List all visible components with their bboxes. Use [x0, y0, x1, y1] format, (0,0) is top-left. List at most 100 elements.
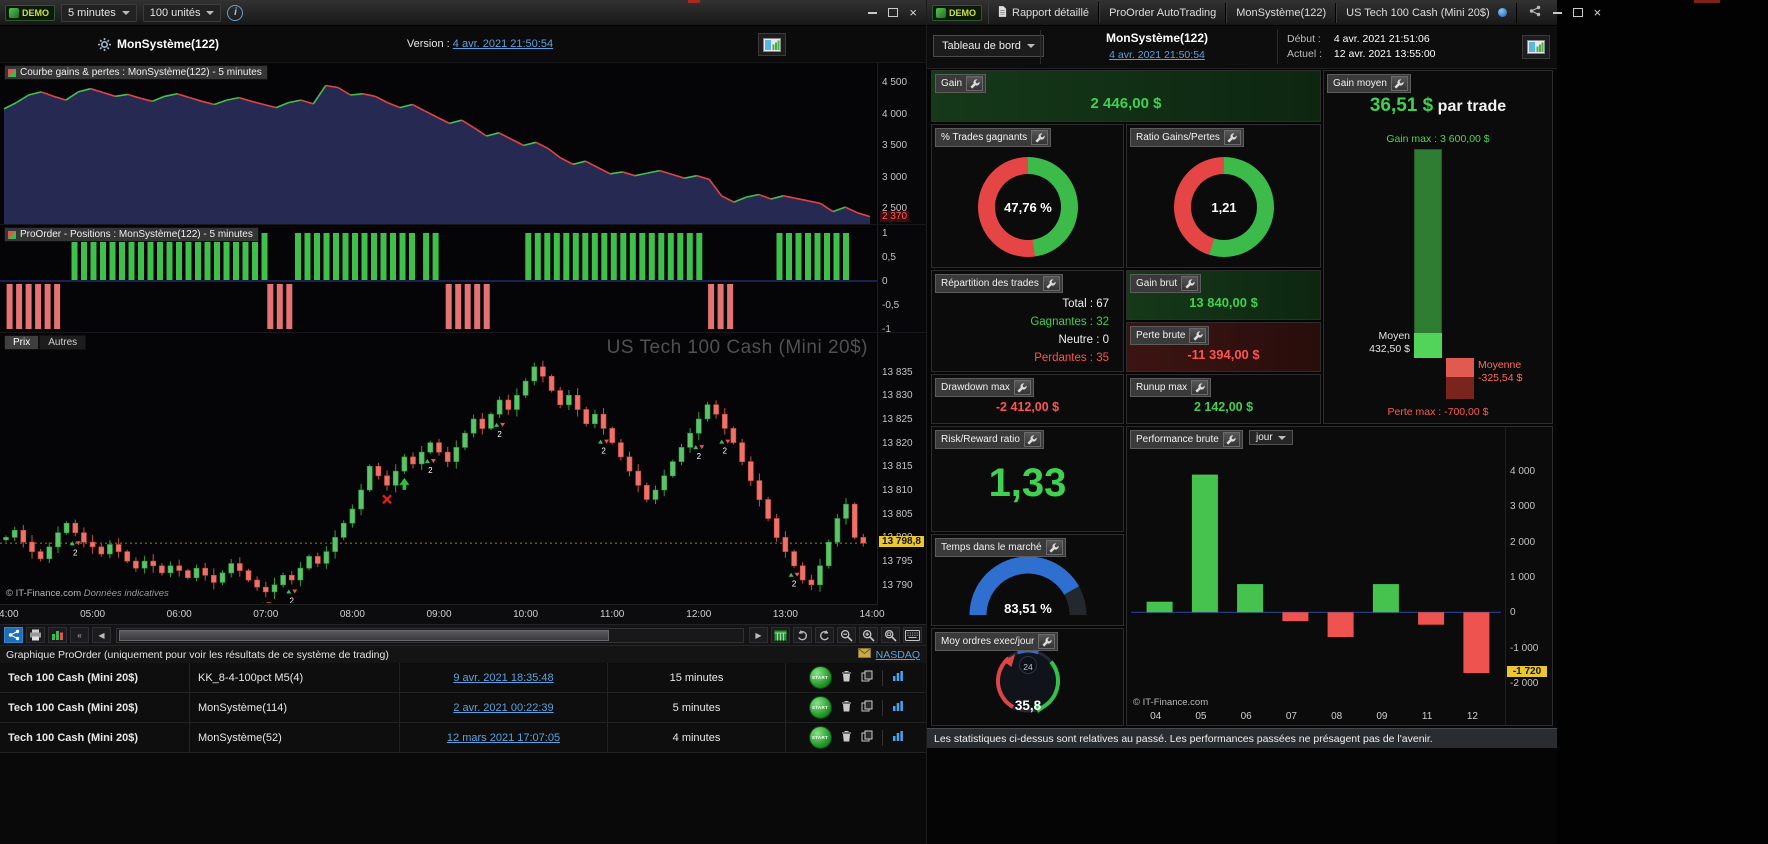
redo-icon[interactable] [815, 627, 834, 643]
minimize-button[interactable] [868, 11, 878, 14]
open-chart-button[interactable] [892, 730, 904, 745]
open-chart-button[interactable] [892, 700, 904, 715]
moy-ordres-header: Moy ordres exec/jour [935, 632, 1059, 651]
scroll-far-left-button[interactable]: « [70, 627, 89, 643]
status-bar: Les statistiques ci-dessus sont relative… [927, 728, 1557, 748]
axis-label: 2 000 [1510, 536, 1536, 548]
row-date-link[interactable]: 9 avr. 2021 18:35:48 [453, 672, 553, 684]
start-button[interactable]: START [808, 696, 832, 719]
axis-label: 13 830 [882, 390, 913, 402]
duplicate-button[interactable] [861, 670, 873, 685]
version-info: Version : 4 avr. 2021 21:50:54 [355, 38, 605, 50]
price-x-axis: 04:00 05:00 06:00 07:00 08:00 09:00 10:00 11:00… [0, 604, 885, 625]
axis-label: 4 500 [882, 77, 908, 89]
wrench-icon[interactable] [1390, 76, 1408, 91]
wrench-icon[interactable] [1042, 276, 1060, 291]
report-system-date-link[interactable]: 4 avr. 2021 21:50:54 [1109, 49, 1205, 61]
svg-text:2: 2 [601, 447, 606, 456]
delete-button[interactable] [841, 700, 852, 715]
chart-style-icon[interactable] [48, 627, 67, 643]
report-dates: Début : 4 avr. 2021 21:51:06 Actuel : 12… [1287, 33, 1436, 60]
wrench-icon[interactable] [1031, 130, 1049, 145]
timeframe-select[interactable]: 5 minutes [61, 3, 137, 22]
maximize-button[interactable] [1572, 8, 1583, 17]
performance-header: Performance brute [1130, 430, 1243, 449]
nasdaq-link[interactable]: NASDAQ [876, 649, 920, 661]
open-chart-button[interactable] [892, 670, 904, 685]
calendar-icon[interactable] [771, 627, 790, 643]
wrench-icon[interactable] [1013, 380, 1031, 395]
delete-button[interactable] [841, 730, 852, 745]
svg-text:2: 2 [290, 597, 295, 603]
gain-moyen-bar [1414, 332, 1442, 358]
wrench-icon[interactable] [1189, 328, 1207, 343]
gain-max-label: Gain max : 3 600,00 $ [1386, 133, 1490, 145]
scrollbar-thumb[interactable] [119, 629, 610, 641]
scroll-right-button[interactable]: ▶ [749, 627, 768, 643]
chart-scrollbar[interactable] [116, 627, 744, 643]
report-window: DEMO Rapport détaillé ProOrder AutoTradin… [927, 0, 1601, 844]
performance-chart [1131, 474, 1501, 673]
tab-autres[interactable]: Autres [39, 335, 87, 350]
report-system-block: MonSystème(122) 4 avr. 2021 21:50:54 [1047, 31, 1267, 63]
wrench-icon[interactable] [1038, 634, 1056, 649]
maximize-button[interactable] [888, 8, 899, 17]
gain-panel-header: Gain [935, 74, 987, 93]
version-label: Version : [406, 38, 450, 50]
share-icon[interactable] [4, 627, 23, 643]
wrench-icon[interactable] [1045, 540, 1063, 555]
tab-proorder-autotrading[interactable]: ProOrder AutoTrading [1099, 2, 1227, 23]
envelope-icon[interactable] [857, 648, 871, 661]
zoom-in-icon[interactable] [859, 627, 878, 643]
wrench-icon[interactable] [1191, 380, 1209, 395]
tab-rapport-d-taill-[interactable]: Rapport détaillé [988, 1, 1100, 24]
date-label: 09 [1376, 711, 1388, 722]
perte-max-bar [1446, 376, 1474, 399]
axis-label: -1 000 [1510, 642, 1539, 654]
dashboard-menu-button[interactable]: Tableau de bord [933, 35, 1044, 57]
losing-trades: Perdantes : 35 [1034, 352, 1109, 364]
date-label: 11 [1421, 711, 1433, 722]
report-icon[interactable] [1522, 35, 1550, 59]
gear-icon[interactable] [96, 36, 112, 52]
close-button[interactable]: × [909, 6, 917, 19]
row-date-link[interactable]: 2 avr. 2021 00:22:39 [453, 702, 553, 714]
minimize-button[interactable] [1552, 11, 1562, 14]
scroll-left-button[interactable]: ◀ [92, 627, 111, 643]
tab-us-tech-100-cash-mini-20-[interactable]: US Tech 100 Cash (Mini 20$) [1336, 2, 1517, 23]
wrench-icon[interactable] [1223, 130, 1241, 145]
price-tabs: Prix Autres [4, 335, 87, 350]
tab-monsyst-me-122-[interactable]: MonSystème(122) [1226, 2, 1337, 23]
wrench-icon[interactable] [1023, 432, 1041, 447]
undo-icon[interactable] [793, 627, 812, 643]
time-label: 09:00 [426, 609, 452, 620]
duplicate-button[interactable] [861, 730, 873, 745]
row-date-link[interactable]: 12 mars 2021 17:07:05 [447, 732, 560, 744]
units-select[interactable]: 100 unités [142, 3, 222, 22]
gain-value: 2 446,00 $ [1090, 95, 1162, 112]
share-gray-icon[interactable] [1529, 4, 1541, 22]
axis-label: -0,5 [882, 300, 900, 311]
close-button[interactable]: × [1594, 6, 1602, 19]
row-date-cell: 12 mars 2021 17:07:05 [400, 723, 608, 752]
gain-brut-panel: Gain brut 13 840,00 $ [1126, 270, 1321, 320]
temps-marche-panel: Temps dans le marché 83,51 % [931, 534, 1124, 626]
info-icon[interactable]: i [227, 4, 244, 21]
wrench-icon[interactable] [1181, 276, 1199, 291]
wrench-icon[interactable] [966, 76, 984, 91]
keyboard-icon[interactable] [903, 627, 922, 643]
report-icon[interactable] [758, 33, 786, 56]
delete-button[interactable] [841, 670, 852, 685]
version-date-link[interactable]: 4 avr. 2021 21:50:54 [453, 38, 553, 50]
print-icon[interactable] [26, 627, 45, 643]
period-select[interactable]: jour [1249, 430, 1293, 445]
start-button[interactable]: START [808, 726, 832, 749]
start-button[interactable]: START [808, 666, 832, 689]
zoom-out-icon[interactable] [837, 627, 856, 643]
units-value: 100 unités [149, 6, 201, 19]
zoom-reset-icon[interactable] [881, 627, 900, 643]
performance-y-axis: 4 000 3 000 2 000 1 000 0 -1 000 -2 000 -1 720 [1505, 427, 1552, 725]
duplicate-button[interactable] [861, 700, 873, 715]
tab-prix[interactable]: Prix [4, 335, 40, 350]
wrench-icon[interactable] [1222, 432, 1240, 447]
